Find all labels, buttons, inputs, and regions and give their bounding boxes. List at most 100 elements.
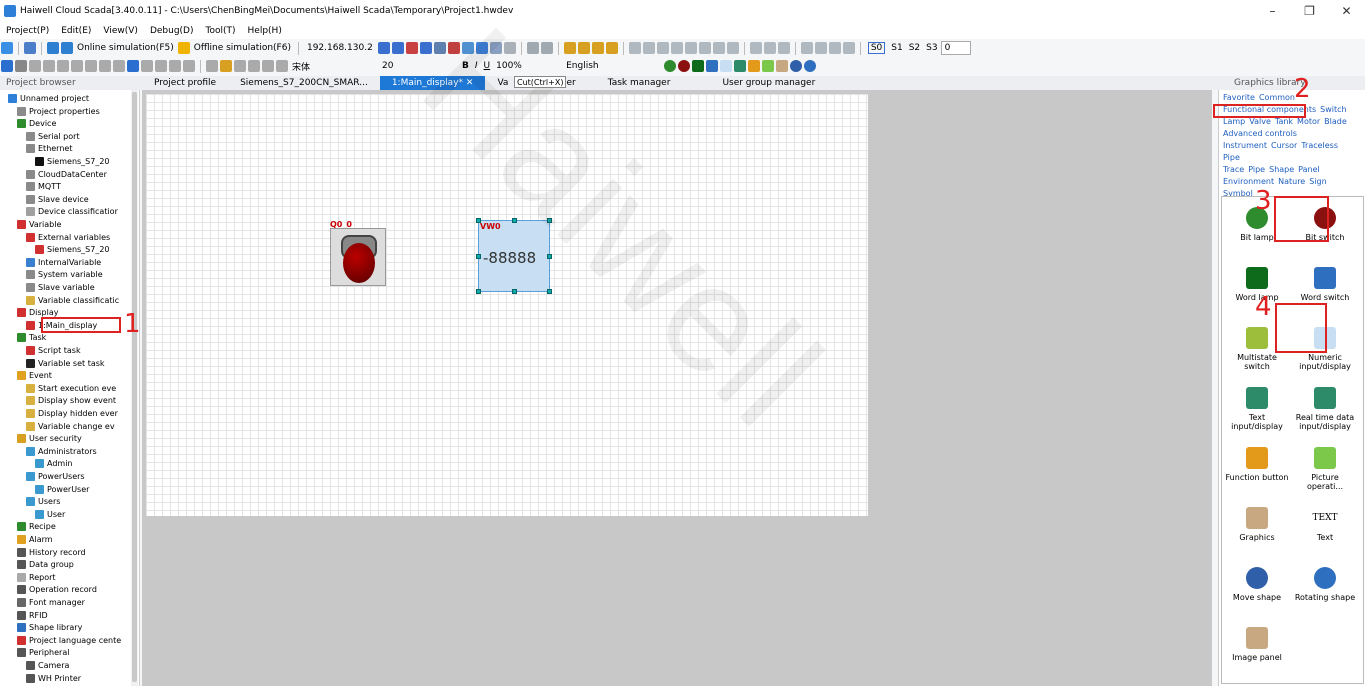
library-category-link[interactable]: Pipe: [1223, 152, 1240, 164]
library-item[interactable]: Real time data input/display: [1292, 381, 1358, 437]
library-category-link[interactable]: Blade: [1324, 116, 1347, 128]
same-height-icon[interactable]: [726, 42, 739, 54]
select-arrow-icon[interactable]: [1, 60, 13, 72]
tree-item[interactable]: Display show event: [26, 394, 116, 407]
bit-switch-component[interactable]: Q0_0: [330, 220, 386, 286]
arc-icon[interactable]: [99, 60, 111, 72]
forward-icon[interactable]: [591, 42, 604, 54]
align-center-icon[interactable]: [642, 42, 655, 54]
offline-simulation-button[interactable]: Offline simulation(F6): [194, 43, 291, 53]
online-simulation-button[interactable]: Online simulation(F5): [77, 43, 174, 53]
bars-icon[interactable]: [814, 42, 827, 54]
tree-item[interactable]: User security: [17, 432, 82, 445]
arrow-start-icon[interactable]: [262, 60, 274, 72]
library-item[interactable]: TEXT Text: [1292, 501, 1358, 557]
underline-button[interactable]: U: [484, 61, 491, 71]
tab-task-manager[interactable]: Task manager: [588, 76, 683, 90]
zoom-select[interactable]: 100%: [493, 59, 563, 73]
tree-item[interactable]: Administrators: [26, 445, 97, 458]
hand-icon[interactable]: [155, 60, 167, 72]
tree-item[interactable]: Slave variable: [26, 281, 95, 294]
offline-sim-icon[interactable]: [177, 42, 190, 54]
bold-button[interactable]: B: [462, 61, 469, 71]
tree-item[interactable]: System variable: [26, 268, 103, 281]
align-right-icon[interactable]: [656, 42, 669, 54]
graphics-icon[interactable]: [776, 60, 789, 72]
library-item[interactable]: Function button: [1224, 441, 1290, 497]
word-lamp-icon[interactable]: [692, 60, 705, 72]
tree-item[interactable]: Alarm: [17, 533, 53, 546]
tree-item[interactable]: Ethernet: [26, 142, 72, 155]
ellipse-icon[interactable]: [43, 60, 55, 72]
align-left-icon[interactable]: [628, 42, 641, 54]
line-color-icon[interactable]: [220, 60, 232, 72]
tree-item[interactable]: Siemens_S7_20: [35, 243, 110, 256]
upload-icon[interactable]: [391, 42, 404, 54]
library-item[interactable]: Text input/display: [1224, 381, 1290, 437]
tree-scrollbar-thumb[interactable]: [132, 92, 137, 682]
distribute-v-icon[interactable]: [763, 42, 776, 54]
library-item[interactable]: Move shape: [1224, 561, 1290, 617]
menu-help[interactable]: Help(H): [242, 26, 288, 36]
online-sim-icon[interactable]: [61, 42, 73, 54]
resize-handle[interactable]: [547, 218, 552, 223]
rotate-shape-icon[interactable]: [804, 60, 817, 72]
library-category-link[interactable]: Switch: [1320, 104, 1346, 116]
download-icon[interactable]: [47, 42, 59, 54]
backward-icon[interactable]: [605, 42, 618, 54]
font-name-select[interactable]: 宋体: [289, 59, 379, 73]
tree-item[interactable]: Task: [17, 331, 46, 344]
green-lamp-icon[interactable]: [664, 60, 677, 72]
tree-item[interactable]: Unnamed project: [8, 92, 89, 105]
resize-handle[interactable]: [512, 218, 517, 223]
fill-color-icon[interactable]: [206, 60, 218, 72]
pointer-icon[interactable]: [15, 60, 27, 72]
resize-handle[interactable]: [476, 254, 481, 259]
paste-icon[interactable]: [503, 42, 516, 54]
copy-icon[interactable]: [489, 42, 502, 54]
picture-icon[interactable]: [762, 60, 775, 72]
tree-item[interactable]: InternalVariable: [26, 256, 101, 269]
ip-address-field[interactable]: 192.168.130.2: [307, 43, 373, 53]
state-s0-button[interactable]: S0: [867, 42, 886, 54]
red-switch-icon[interactable]: [678, 60, 691, 72]
tree-item[interactable]: Admin: [35, 457, 73, 470]
tree-item[interactable]: Peripheral: [17, 646, 69, 659]
tree-item[interactable]: MQTT: [26, 180, 61, 193]
tree-item[interactable]: External variables: [26, 231, 110, 244]
font-size-select[interactable]: 20: [379, 59, 459, 73]
minimize-button[interactable]: –: [1254, 0, 1291, 22]
library-category-link[interactable]: Panel: [1298, 164, 1320, 176]
state-s1-button[interactable]: S1: [891, 43, 902, 53]
arrow-end-icon[interactable]: [276, 60, 288, 72]
line-style-icon[interactable]: [234, 60, 246, 72]
pipe-icon[interactable]: [113, 60, 125, 72]
library-category-link[interactable]: Nature: [1278, 176, 1305, 188]
function-button-icon[interactable]: [748, 60, 761, 72]
tree-item[interactable]: Serial port: [26, 130, 80, 143]
move-shape-icon[interactable]: [790, 60, 803, 72]
tree-item[interactable]: History record: [17, 546, 86, 559]
add-icon[interactable]: [1, 42, 13, 54]
zoom-in-icon[interactable]: [169, 60, 181, 72]
tree-item[interactable]: Device: [17, 117, 56, 130]
tree-item[interactable]: Shape library: [17, 621, 82, 634]
tree-item[interactable]: Operation record: [17, 583, 97, 596]
tree-item[interactable]: Variable classificatic: [26, 294, 119, 307]
cut-icon[interactable]: [475, 42, 488, 54]
library-category-link[interactable]: Sign: [1309, 176, 1326, 188]
line-icon[interactable]: [57, 60, 69, 72]
tree-item[interactable]: RFID: [17, 609, 48, 622]
tab-project-profile[interactable]: Project profile: [142, 76, 228, 90]
tree-item[interactable]: Variable change ev: [26, 420, 115, 433]
align-bottom-icon[interactable]: [698, 42, 711, 54]
tree-item[interactable]: Data group: [17, 558, 74, 571]
tree-item[interactable]: Camera: [26, 659, 69, 672]
tab-main-display[interactable]: 1:Main_display* ✕: [379, 76, 486, 90]
window-icon[interactable]: [433, 42, 446, 54]
tree-item[interactable]: PowerUser: [35, 483, 89, 496]
close-tab-icon[interactable]: ✕: [466, 78, 474, 88]
text-display-icon[interactable]: [734, 60, 747, 72]
send-back-icon[interactable]: [577, 42, 590, 54]
tree-item[interactable]: User: [35, 508, 65, 521]
